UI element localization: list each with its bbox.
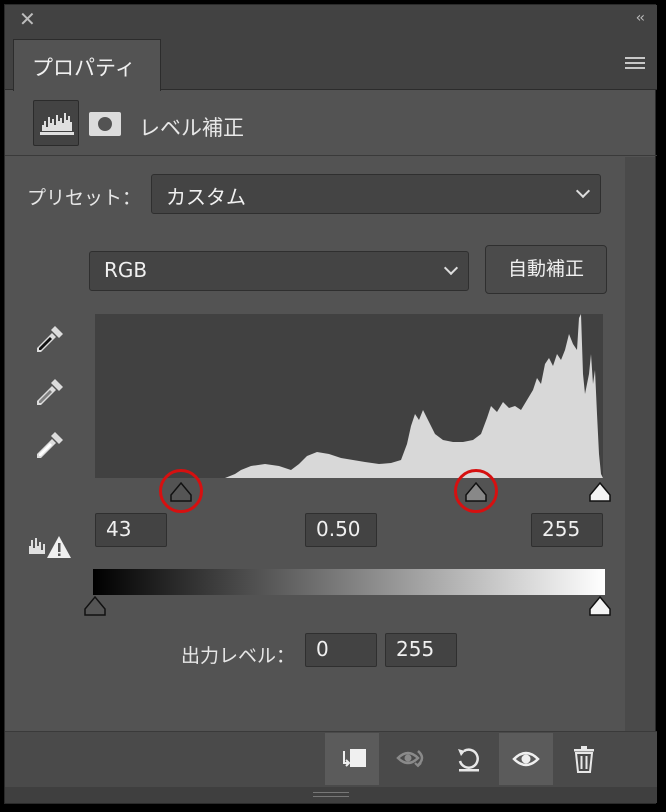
chevron-down-icon <box>575 183 591 199</box>
preset-select[interactable]: カスタム <box>151 174 601 214</box>
tab-properties[interactable]: プロパティ <box>13 39 161 91</box>
input-midtone-field[interactable]: 0.50 <box>305 513 377 547</box>
delete-icon[interactable] <box>557 733 611 785</box>
hamburger-menu-icon[interactable] <box>625 57 645 71</box>
auto-button[interactable]: 自動補正 <box>485 245 607 294</box>
output-high-slider[interactable] <box>588 595 612 617</box>
highlight-ring-midtone <box>454 469 498 513</box>
tab-strip: プロパティ <box>5 33 657 91</box>
reset-icon[interactable] <box>441 733 495 785</box>
channel-value: RGB <box>104 258 148 282</box>
histogram <box>95 314 603 478</box>
input-highlight-field[interactable]: 255 <box>531 513 603 547</box>
properties-content: プリセット： カスタム RGB 自動補正 43 0.50 255 出力レベル： … <box>5 157 625 731</box>
properties-panel: ✕ ‹‹ プロパティ レベル補正 プリセット： カスタム RGB 自動補正 43… <box>4 4 657 804</box>
toggle-visibility-icon[interactable] <box>499 733 553 785</box>
chevron-down-icon <box>443 260 459 276</box>
double-chevron-left-icon[interactable]: ‹‹ <box>636 10 645 26</box>
white-point-eyedropper-icon[interactable] <box>31 428 67 464</box>
panel-footer <box>5 731 657 787</box>
view-previous-state-icon[interactable] <box>383 733 437 785</box>
close-icon[interactable]: ✕ <box>19 8 36 30</box>
input-shadow-field[interactable]: 43 <box>95 513 167 547</box>
clipping-warning-icon[interactable] <box>27 532 73 560</box>
levels-histogram-icon[interactable] <box>33 100 79 146</box>
adjustment-title: レベル補正 <box>139 116 244 140</box>
input-highlight-slider[interactable] <box>588 481 612 503</box>
output-low-field[interactable]: 0 <box>305 633 377 667</box>
scrollbar[interactable] <box>625 157 655 731</box>
gray-point-eyedropper-icon[interactable] <box>31 375 67 411</box>
black-point-eyedropper-icon[interactable] <box>31 322 67 358</box>
preset-value: カスタム <box>166 185 246 209</box>
input-slider-track[interactable] <box>5 477 625 507</box>
channel-select[interactable]: RGB <box>89 251 469 291</box>
clip-to-layer-icon[interactable] <box>325 733 379 785</box>
layer-mask-icon[interactable] <box>89 112 121 136</box>
tab-label: プロパティ <box>32 56 136 80</box>
output-low-slider[interactable] <box>83 595 107 617</box>
preset-label: プリセット： <box>27 187 142 209</box>
output-levels-label: 出力レベル： <box>181 645 296 667</box>
output-gradient-bar <box>93 569 605 595</box>
output-high-field[interactable]: 255 <box>385 633 457 667</box>
highlight-ring-shadow <box>159 469 203 513</box>
panel-title-bar: ✕ ‹‹ <box>5 5 657 33</box>
resize-grip[interactable] <box>5 787 657 803</box>
adjustment-header: レベル補正 <box>5 90 657 156</box>
